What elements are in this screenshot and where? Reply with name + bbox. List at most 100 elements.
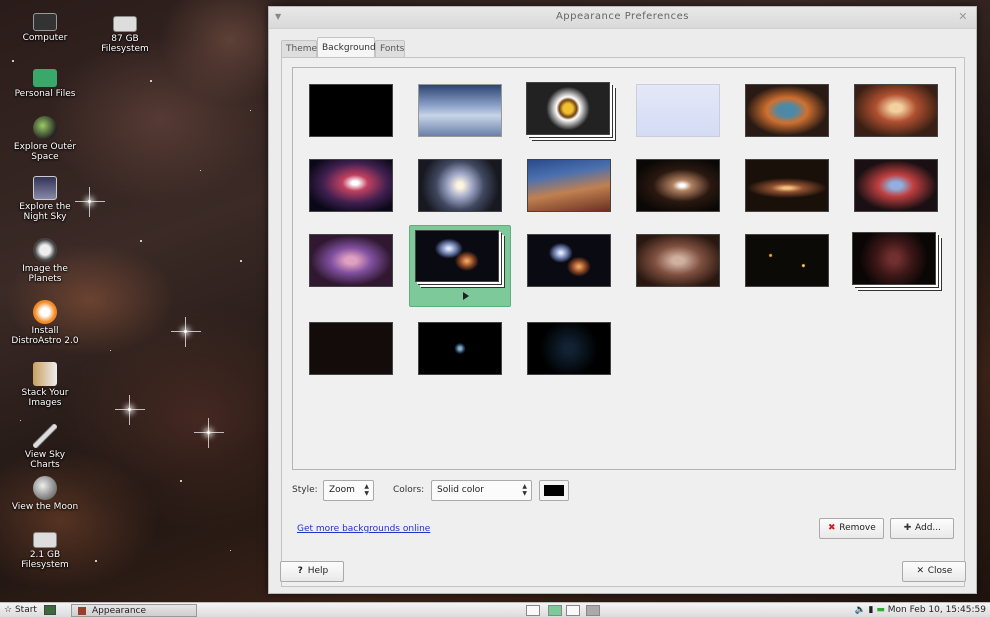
- background-thumbnail-selected[interactable]: [415, 230, 499, 282]
- drive-icon: [33, 532, 57, 548]
- color-swatch: [544, 485, 564, 496]
- desktop-icon-explore-outer-space[interactable]: Explore Outer Space: [10, 116, 80, 162]
- background-thumbnail[interactable]: [309, 322, 393, 375]
- desktop-icon-label: Install DistroAstro 2.0: [11, 326, 79, 346]
- desktop-icon-label: View Sky Charts: [24, 450, 66, 470]
- stack-icon: [33, 362, 57, 386]
- desktop-icon-label: Explore Outer Space: [13, 142, 77, 162]
- window-titlebar[interactable]: ▼ Appearance Preferences ✕: [269, 7, 976, 29]
- window-close-icon[interactable]: ✕: [958, 7, 968, 27]
- background-thumbnail[interactable]: [527, 322, 611, 375]
- close-button[interactable]: ✕ Close: [902, 561, 966, 582]
- style-label: Style:: [292, 485, 318, 495]
- workspace-3[interactable]: [566, 605, 580, 616]
- desktop-icon-21gb-filesystem[interactable]: 2.1 GB Filesystem: [10, 528, 80, 570]
- desktop-icon-explore-night-sky[interactable]: Explore the Night Sky: [10, 176, 80, 222]
- terminal-launcher-icon[interactable]: [44, 605, 56, 615]
- workspace-4[interactable]: [586, 605, 600, 616]
- window-title: Appearance Preferences: [555, 11, 690, 22]
- background-thumbnail[interactable]: [745, 234, 829, 287]
- desktop-icon-personal-files[interactable]: Personal Files: [10, 66, 80, 99]
- star-icon: ☆: [4, 605, 13, 615]
- desktop-icon-label: 87 GB Filesystem: [101, 34, 149, 54]
- desktop-icon-install-distroastro[interactable]: Install DistroAstro 2.0: [10, 300, 80, 346]
- desktop-icon-stack-images[interactable]: Stack Your Images: [10, 362, 80, 408]
- background-thumbnail[interactable]: [309, 234, 393, 287]
- start-label: Start: [14, 605, 37, 615]
- tab-fonts[interactable]: Fonts: [375, 40, 405, 57]
- desktop-icon-label: Stack Your Images: [21, 388, 69, 408]
- telescope-icon: [33, 424, 57, 448]
- background-thumbnail[interactable]: [852, 232, 936, 285]
- webcam-icon: [33, 238, 57, 262]
- updown-arrow-icon: ▲ ▼: [522, 483, 527, 497]
- background-thumbnail[interactable]: [309, 159, 393, 212]
- background-thumbnail[interactable]: [636, 84, 720, 137]
- moon-icon: [33, 476, 57, 500]
- add-icon: ✚: [903, 523, 912, 533]
- colors-label: Colors:: [393, 485, 425, 495]
- updown-arrow-icon: ▲ ▼: [364, 483, 369, 497]
- help-icon: ?: [297, 566, 303, 576]
- style-combobox[interactable]: Zoom ▲ ▼: [323, 480, 374, 501]
- color-picker-button[interactable]: [539, 480, 569, 501]
- desktop-icon-label: Explore the Night Sky: [19, 202, 71, 222]
- style-combobox-value: Zoom: [329, 485, 355, 495]
- background-thumbnail[interactable]: [527, 234, 611, 287]
- planet-icon: [33, 116, 57, 140]
- background-thumbnail[interactable]: [418, 322, 502, 375]
- background-thumbnail[interactable]: [309, 84, 393, 137]
- tab-background[interactable]: Background: [317, 37, 376, 58]
- start-menu-button[interactable]: ☆ Start: [4, 604, 37, 617]
- system-tray: 🔈 ▮ ▬ Mon Feb 10, 15:45:59: [854, 604, 986, 617]
- style-row: Style: Zoom ▲ ▼ Colors: Solid color ▲ ▼: [292, 480, 956, 502]
- colors-combobox-value: Solid color: [437, 485, 484, 495]
- desktop-icon-87gb-filesystem[interactable]: 87 GB Filesystem: [90, 12, 160, 54]
- taskbar-task-appearance-preferences[interactable]: Appearance Preferences: [71, 604, 197, 617]
- get-more-backgrounds-link[interactable]: Get more backgrounds online: [297, 524, 430, 534]
- desktop-icon-view-sky-charts[interactable]: View Sky Charts: [10, 424, 80, 470]
- desktop-icon-computer[interactable]: Computer: [10, 10, 80, 43]
- background-thumbnail[interactable]: [745, 159, 829, 212]
- play-slideshow-icon[interactable]: [463, 292, 469, 300]
- background-thumbnail[interactable]: [527, 159, 611, 212]
- add-button[interactable]: ✚ Add...: [890, 518, 954, 539]
- help-button-label: Help: [307, 566, 329, 576]
- background-tab-panel: Style: Zoom ▲ ▼ Colors: Solid color ▲ ▼ Ge…: [281, 57, 965, 587]
- colors-combobox[interactable]: Solid color ▲ ▼: [431, 480, 532, 501]
- workspace-1[interactable]: [526, 605, 540, 616]
- appearance-preferences-window: ▼ Appearance Preferences ✕ Theme Backgro…: [268, 6, 977, 594]
- network-icon[interactable]: ▮: [869, 605, 874, 615]
- background-gallery[interactable]: [292, 67, 956, 470]
- background-thumbnail[interactable]: [745, 84, 829, 137]
- background-thumbnail[interactable]: [854, 84, 938, 137]
- desktop-icon-label: Image the Planets: [22, 264, 68, 284]
- remove-button[interactable]: ✖ Remove: [819, 518, 884, 539]
- help-button[interactable]: ? Help: [280, 561, 344, 582]
- remove-icon: ✖: [827, 523, 836, 533]
- background-thumbnail[interactable]: [526, 82, 610, 135]
- desktop-icon-view-moon[interactable]: View the Moon: [10, 476, 80, 512]
- clock[interactable]: Mon Feb 10, 15:45:59: [888, 605, 986, 615]
- desktop-icon-label: Computer: [22, 33, 68, 43]
- taskbar: ☆ Start Appearance Preferences 🔈 ▮ ▬ Mon…: [0, 602, 990, 617]
- volume-icon[interactable]: 🔈: [854, 605, 865, 615]
- battery-icon[interactable]: ▬: [876, 605, 885, 615]
- tab-theme[interactable]: Theme: [281, 40, 317, 57]
- computer-icon: [33, 13, 57, 31]
- background-thumbnail[interactable]: [636, 159, 720, 212]
- desktop-icon-image-planets[interactable]: Image the Planets: [10, 238, 80, 284]
- workspace-2[interactable]: [548, 605, 562, 616]
- installer-icon: [33, 300, 57, 324]
- close-button-label: Close: [927, 566, 953, 576]
- night-sky-icon: [33, 176, 57, 200]
- background-thumbnail[interactable]: [418, 159, 502, 212]
- drive-icon: [113, 16, 137, 32]
- window-menu-icon[interactable]: ▼: [275, 7, 282, 27]
- background-thumbnail[interactable]: [636, 234, 720, 287]
- background-thumbnail[interactable]: [418, 84, 502, 137]
- add-button-label: Add...: [914, 523, 941, 533]
- close-icon: ✕: [916, 566, 924, 576]
- background-thumbnail[interactable]: [854, 159, 938, 212]
- remove-button-label: Remove: [839, 523, 876, 533]
